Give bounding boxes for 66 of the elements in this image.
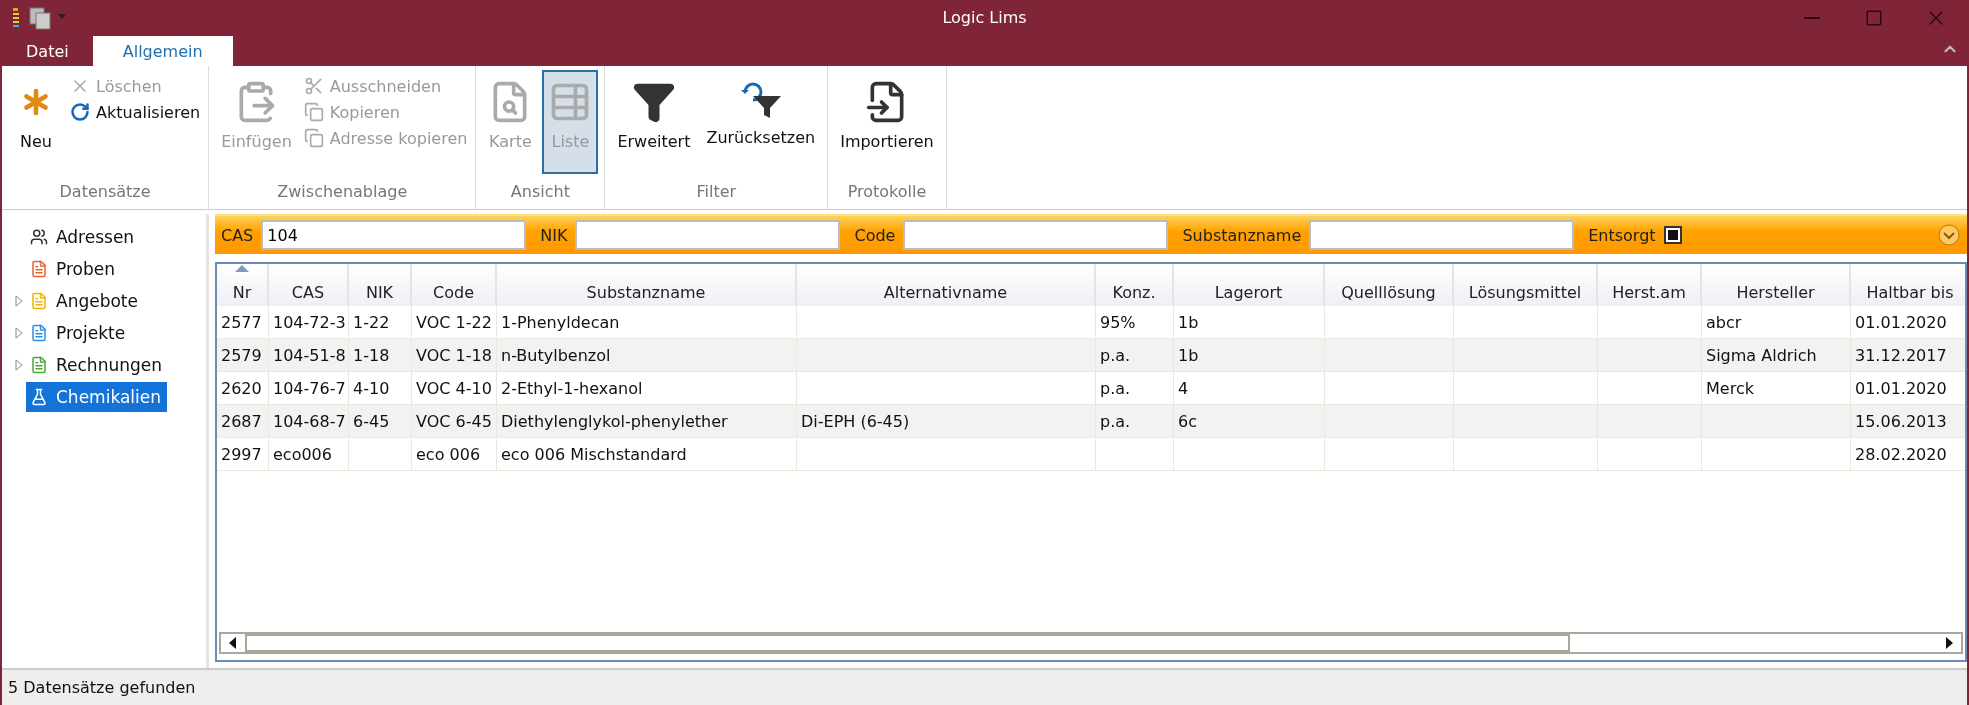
column-header[interactable]: Substanzname <box>497 264 797 306</box>
group-label: Filter <box>695 182 738 203</box>
checkbox-label: Entsorgt <box>1588 225 1656 245</box>
group-label: Datensätze <box>58 182 152 203</box>
column-header[interactable]: Alternativname <box>797 264 1096 306</box>
checkbox[interactable] <box>1663 226 1682 244</box>
table-cell <box>349 438 412 471</box>
table-cell: 28.02.2020 <box>1851 438 1965 471</box>
column-header[interactable]: CAS <box>269 264 349 306</box>
column-header[interactable]: NIK <box>349 264 412 306</box>
expand-arrow-icon[interactable] <box>15 327 23 339</box>
table-cell: eco 006 <box>412 438 497 471</box>
copy-icon <box>303 128 324 148</box>
group-label: Protokolle <box>846 182 928 203</box>
filter-input[interactable] <box>903 220 1169 250</box>
column-header[interactable]: Lösungsmittel <box>1454 264 1598 306</box>
expand-button[interactable] <box>1937 223 1961 247</box>
sidebar-item[interactable]: Angebote <box>26 286 144 316</box>
sidebar-item[interactable]: Adressen <box>26 222 141 252</box>
table-cell: 2997 <box>217 438 269 471</box>
left-arrow-icon <box>229 637 237 649</box>
sidebar-item[interactable]: Proben <box>26 254 121 284</box>
sidebar-item[interactable]: Chemikalien <box>26 382 168 412</box>
ribbon-button[interactable]: Neu <box>8 70 64 174</box>
field-label: Substanzname <box>1182 225 1302 245</box>
sort-arrow-icon <box>235 265 249 272</box>
chevron-down-icon <box>1937 223 1961 247</box>
minimize-icon <box>1804 17 1820 19</box>
flask-icon <box>30 388 48 406</box>
column-header[interactable]: Hersteller <box>1702 264 1851 306</box>
scissors-icon <box>303 76 324 96</box>
ribbon-button[interactable]: Aktualisieren <box>68 100 203 124</box>
filter-input[interactable]: 104 <box>261 220 527 250</box>
filter-input[interactable] <box>575 220 841 250</box>
group-label: Ansicht <box>509 182 571 203</box>
column-header[interactable]: Herst.am <box>1598 264 1702 306</box>
ribbon-tab[interactable]: Datei <box>2 36 93 66</box>
ribbon-button[interactable]: Importieren <box>834 70 940 174</box>
group-label: Zwischenablage <box>276 182 409 203</box>
column-header[interactable]: Code <box>412 264 497 306</box>
field-label: NIK <box>540 225 568 245</box>
ribbon-tab[interactable]: Allgemein <box>92 36 233 66</box>
copy-icon <box>303 102 324 122</box>
sidebar-item[interactable]: Rechnungen <box>26 350 168 380</box>
ribbon-button[interactable]: Erweitert <box>611 70 697 174</box>
right-arrow-icon <box>1945 637 1953 649</box>
window-title: Logic Lims <box>942 8 1027 27</box>
column-header[interactable]: Lagerort <box>1174 264 1325 306</box>
status-text: 5 Datensätze gefunden <box>2 668 1967 705</box>
column-header[interactable]: Nr <box>217 264 269 306</box>
column-header[interactable]: Konz. <box>1096 264 1174 306</box>
horizontal-scrollbar[interactable] <box>219 632 1963 654</box>
people-icon <box>30 228 48 246</box>
field-label: Code <box>854 225 896 245</box>
filter-input[interactable] <box>1309 220 1575 250</box>
sidebar-item[interactable]: Projekte <box>26 318 132 348</box>
expand-arrow-icon[interactable] <box>15 295 23 307</box>
scroll-thumb[interactable] <box>245 634 1570 652</box>
field-label: CAS <box>221 225 254 245</box>
ribbon-button[interactable]: Zurücksetzen <box>700 70 822 174</box>
table-cell: eco 006 Mischstandard <box>497 438 797 471</box>
expand-arrow-icon[interactable] <box>15 359 23 371</box>
maximize-icon <box>1865 9 1883 27</box>
column-header[interactable]: Quelllösung <box>1325 264 1454 306</box>
table-cell: eco006 <box>269 438 349 471</box>
refresh-icon <box>70 102 90 122</box>
